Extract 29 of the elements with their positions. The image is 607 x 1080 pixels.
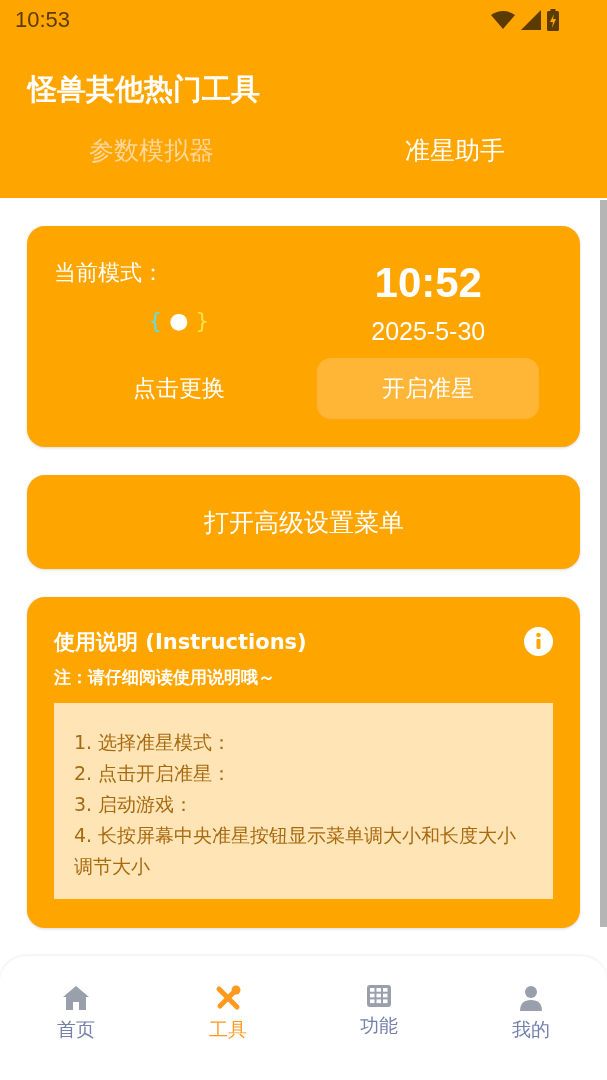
- change-mode-link[interactable]: 点击更换: [132, 373, 225, 404]
- nav-item[interactable]: 功能: [303, 984, 456, 1050]
- mode-label: 当前模式：: [54, 259, 164, 287]
- signal-icon: [521, 10, 541, 30]
- wifi-icon: [491, 11, 515, 29]
- clock-time: 10:52: [374, 259, 482, 307]
- tab[interactable]: 参数模拟器: [0, 130, 304, 171]
- instruction-step: 3. 启动游戏：: [74, 789, 533, 820]
- instruction-step: 4. 长按屏幕中央准星按钮显示菜单调大小和长度大小调节大小: [74, 820, 533, 882]
- nav-item[interactable]: 工具: [151, 984, 304, 1050]
- clock-date: 2025-5-30: [371, 317, 486, 346]
- grid-icon: [367, 985, 392, 1007]
- tab[interactable]: 准星助手: [303, 130, 607, 171]
- home-icon: [61, 985, 90, 1011]
- mode-symbol[interactable]: { ● }: [148, 308, 210, 333]
- instruction-step: 2. 点击开启准星：: [74, 758, 533, 789]
- instruction-step: 1. 选择准星模式：: [74, 727, 533, 758]
- nav-item[interactable]: 首页: [0, 984, 152, 1050]
- advanced-settings-button[interactable]: 打开高级设置菜单: [27, 475, 580, 569]
- instructions-title: 使用说明 (Instructions): [54, 628, 307, 656]
- header-title: 怪兽其他热门工具: [25, 71, 261, 108]
- instructions-note: 注：请仔细阅读使用说明哦～: [54, 666, 276, 689]
- start-crosshair-button[interactable]: 开启准星: [317, 358, 540, 419]
- status-time: 10:53: [15, 7, 71, 33]
- battery-icon: [547, 9, 559, 31]
- user-icon: [519, 985, 544, 1011]
- info-icon[interactable]: [524, 627, 553, 656]
- nav-item[interactable]: 我的: [455, 984, 607, 1050]
- tools-icon: [214, 985, 241, 1011]
